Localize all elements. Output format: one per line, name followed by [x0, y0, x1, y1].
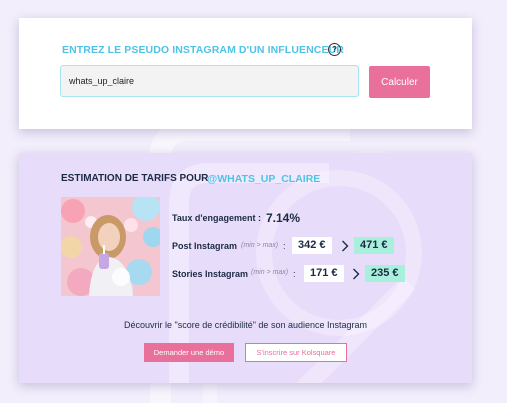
engagement-label: Taux d'engagement :	[172, 213, 261, 223]
post-colon: :	[283, 241, 286, 251]
chevron-right-icon	[353, 268, 360, 280]
engagement-value: 7.14%	[266, 211, 301, 225]
influencer-photo	[61, 197, 160, 296]
post-price-min: 342 €	[292, 237, 332, 254]
question-circle-icon[interactable]: ?	[328, 43, 341, 56]
post-price-max: 471 €	[354, 237, 394, 254]
stories-price-max: 235 €	[365, 265, 405, 282]
estimation-handle: @WHATS_UP_CLAIRE	[207, 173, 321, 185]
search-label: ENTREZ LE PSEUDO INSTAGRAM D'UN INFLUENC…	[62, 44, 344, 56]
calculate-button[interactable]: Calculer	[369, 66, 430, 98]
post-label: Post Instagram	[172, 241, 238, 251]
estimation-card: ESTIMATION DE TARIFS POUR @WHATS_UP_CLAI…	[19, 153, 472, 383]
request-demo-button[interactable]: Demander une démo	[144, 343, 234, 362]
stories-label: Stories Instagram	[172, 269, 249, 279]
estimation-title: ESTIMATION DE TARIFS POUR	[61, 173, 209, 184]
instagram-handle-input[interactable]	[60, 65, 359, 97]
credibility-text: Découvrir le "score de crédibilité" de s…	[123, 320, 367, 330]
post-range-hint: (min > max)	[241, 242, 279, 249]
signup-button[interactable]: S'inscrire sur Kolsquare	[245, 343, 347, 362]
search-card: ENTREZ LE PSEUDO INSTAGRAM D'UN INFLUENC…	[19, 18, 472, 129]
stories-price-min: 171 €	[304, 265, 344, 282]
stories-colon: :	[293, 269, 296, 279]
chevron-right-icon	[342, 240, 349, 252]
stories-range-hint: (min > max)	[251, 269, 289, 276]
